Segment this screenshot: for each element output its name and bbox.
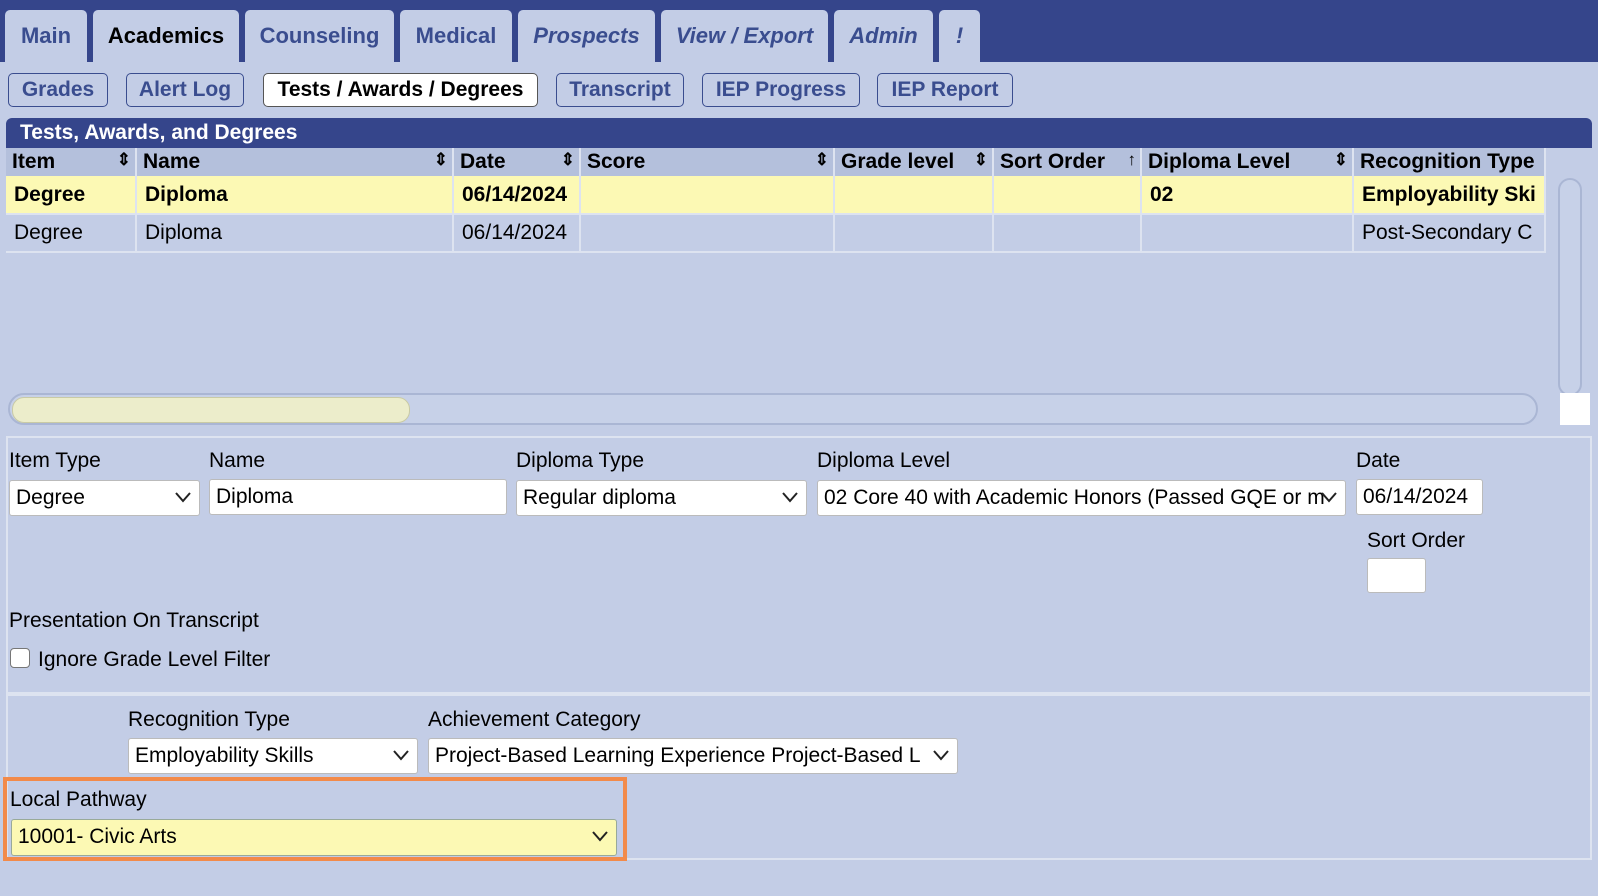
scrollbar-thumb[interactable] xyxy=(12,397,410,423)
chevron-down-icon xyxy=(175,492,191,503)
chevron-down-icon xyxy=(933,750,949,761)
col-score[interactable]: Score ⇕ xyxy=(580,148,835,176)
cell-score xyxy=(580,214,835,253)
grid-header-row: Item ⇕ Name ⇕ Date ⇕ Score ⇕ Grade level ⇕ So… xyxy=(6,148,1546,176)
chevron-down-icon xyxy=(1321,492,1337,503)
subtab-iep-progress[interactable]: IEP Progress xyxy=(702,73,860,107)
item-type-label: Item Type xyxy=(9,449,101,472)
vertical-scrollbar[interactable] xyxy=(1558,178,1582,396)
cell-score xyxy=(580,176,835,215)
diploma-type-select[interactable]: Regular diploma xyxy=(516,480,807,516)
local-pathway-select[interactable]: 10001- Civic Arts xyxy=(11,819,617,856)
cell-diploma-level xyxy=(1141,214,1354,253)
subtab-transcript[interactable]: Transcript xyxy=(556,73,684,107)
cell-sort-order xyxy=(993,176,1142,215)
sort-icon[interactable]: ⇕ xyxy=(815,150,829,170)
sort-order-label: Sort Order xyxy=(1367,529,1466,552)
scroll-corner xyxy=(1560,393,1590,425)
col-diploma-level[interactable]: Diploma Level ⇕ xyxy=(1141,148,1354,176)
name-label: Name xyxy=(209,449,266,472)
table-row[interactable]: Degree Diploma 06/14/2024 Post-Secondary… xyxy=(6,214,1546,253)
recognition-type-select[interactable]: Employability Skills xyxy=(128,738,418,774)
local-pathway-label: Local Pathway xyxy=(10,788,147,811)
ignore-grade-level-checkbox[interactable] xyxy=(10,648,30,668)
recognition-type-label: Recognition Type xyxy=(128,708,290,731)
subtab-tests-awards-degrees[interactable]: Tests / Awards / Degrees xyxy=(263,73,538,107)
chevron-down-icon xyxy=(393,750,409,761)
date-input[interactable]: 06/14/2024 xyxy=(1356,479,1483,515)
tab-medical[interactable]: Medical xyxy=(400,10,512,62)
col-recognition-type[interactable]: Recognition Type xyxy=(1353,148,1546,176)
col-sort-order[interactable]: Sort Order ↑ xyxy=(993,148,1142,176)
tab-counseling[interactable]: Counseling xyxy=(245,10,394,62)
records-grid: Item ⇕ Name ⇕ Date ⇕ Score ⇕ Grade level ⇕ So… xyxy=(6,148,1592,435)
panel-title: Tests, Awards, and Degrees xyxy=(6,118,1592,148)
tab-main[interactable]: Main xyxy=(5,10,87,62)
tab-view-export[interactable]: View / Export xyxy=(661,10,828,62)
diploma-level-select[interactable]: 02 Core 40 with Academic Honors (Passed … xyxy=(817,480,1346,516)
cell-grade-level xyxy=(834,176,994,215)
name-input[interactable]: Diploma xyxy=(209,479,507,515)
sort-icon[interactable]: ⇕ xyxy=(1334,150,1348,170)
sort-order-input[interactable] xyxy=(1367,558,1426,593)
sort-icon[interactable]: ⇕ xyxy=(974,150,988,170)
item-type-select[interactable]: Degree xyxy=(9,480,200,516)
cell-name: Diploma xyxy=(136,214,454,253)
sort-icon[interactable]: ⇕ xyxy=(117,150,131,170)
chevron-down-icon xyxy=(592,831,608,842)
sort-asc-icon[interactable]: ↑ xyxy=(1128,150,1137,170)
cell-item: Degree xyxy=(6,214,137,253)
cell-date: 06/14/2024 xyxy=(453,214,581,253)
cell-recognition-type: Post-Secondary C xyxy=(1353,214,1546,253)
col-date[interactable]: Date ⇕ xyxy=(453,148,581,176)
col-name[interactable]: Name ⇕ xyxy=(136,148,454,176)
cell-grade-level xyxy=(834,214,994,253)
cell-sort-order xyxy=(993,214,1142,253)
horizontal-scrollbar[interactable] xyxy=(8,393,1538,425)
cell-recognition-type: Employability Ski xyxy=(1353,176,1546,215)
achievement-category-label: Achievement Category xyxy=(428,708,641,731)
presentation-label: Presentation On Transcript xyxy=(9,609,259,632)
sort-icon[interactable]: ⇕ xyxy=(561,150,575,170)
diploma-level-label: Diploma Level xyxy=(817,449,951,472)
tab-admin[interactable]: Admin xyxy=(834,10,933,62)
subtab-iep-report[interactable]: IEP Report xyxy=(877,73,1013,107)
cell-name: Diploma xyxy=(136,176,454,215)
table-row[interactable]: Degree Diploma 06/14/2024 02 Employabili… xyxy=(6,176,1546,215)
tab-alert[interactable]: ! xyxy=(939,10,980,62)
cell-diploma-level: 02 xyxy=(1141,176,1354,215)
sort-icon[interactable]: ⇕ xyxy=(434,150,448,170)
col-item[interactable]: Item ⇕ xyxy=(6,148,137,176)
tab-prospects[interactable]: Prospects xyxy=(518,10,655,62)
col-grade-level[interactable]: Grade level ⇕ xyxy=(834,148,994,176)
cell-item: Degree xyxy=(6,176,137,215)
date-label: Date xyxy=(1356,449,1401,472)
subtab-grades[interactable]: Grades xyxy=(8,73,108,107)
chevron-down-icon xyxy=(782,492,798,503)
diploma-type-label: Diploma Type xyxy=(516,449,645,472)
ignore-grade-level-label: Ignore Grade Level Filter xyxy=(38,648,271,671)
achievement-category-select[interactable]: Project-Based Learning Experience Projec… xyxy=(428,738,958,774)
cell-date: 06/14/2024 xyxy=(453,176,581,215)
tab-academics[interactable]: Academics xyxy=(93,10,239,62)
subtab-alert-log[interactable]: Alert Log xyxy=(126,73,244,107)
